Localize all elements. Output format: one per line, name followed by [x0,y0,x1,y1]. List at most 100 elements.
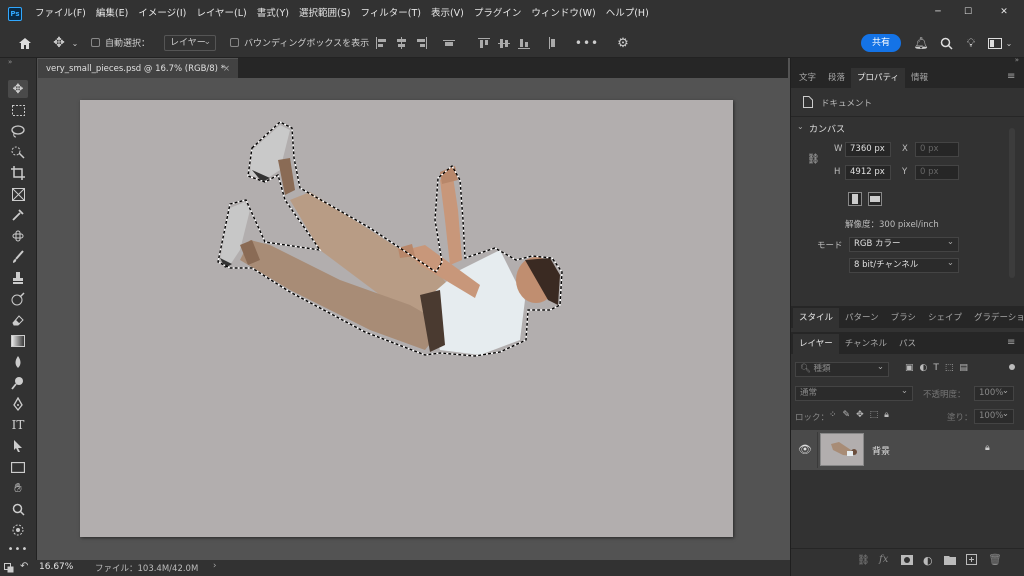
dodge-tool-icon[interactable] [8,374,28,392]
menu-item[interactable]: フィルター(T) [355,0,426,28]
tab-styles-0[interactable]: スタイル [793,308,840,328]
new-group-icon[interactable] [944,555,956,568]
history-brush-tool-icon[interactable] [8,290,28,308]
move-tool-icon[interactable]: ✥ [8,80,28,98]
adjustment-layer-icon[interactable]: ◐ [923,554,933,567]
blur-tool-icon[interactable] [8,353,28,371]
close-window-icon[interactable]: ✕ [986,0,1022,24]
tab-layers-2[interactable]: パス [893,334,922,354]
tab-layers-0[interactable]: レイヤー [793,334,839,354]
delete-layer-icon[interactable]: 🗑︎ [988,553,1002,566]
edit-toolbar-icon[interactable] [8,521,28,539]
blend-mode-dropdown[interactable]: 通常 [795,385,913,401]
quick-mask-icon[interactable] [4,563,14,573]
lasso-tool-icon[interactable] [8,122,28,140]
status-arrow-icon[interactable]: › [213,561,216,571]
tab-properties-2[interactable]: プロパティ [851,68,906,88]
menu-item[interactable]: プラグイン [469,0,527,28]
close-tab-icon[interactable]: × [223,59,230,79]
maximize-icon[interactable]: ☐ [950,0,986,24]
height-field[interactable]: 4912 px [845,165,891,180]
tab-styles-3[interactable]: シェイプ [922,308,968,328]
crop-tool-icon[interactable] [8,164,28,182]
add-mask-icon[interactable] [901,555,913,568]
link-layers-icon[interactable]: ⛓︎ [857,555,870,566]
bit-depth-dropdown[interactable]: 8 bit/チャンネル [849,257,959,273]
layers-menu-icon[interactable]: ≡ [1007,337,1015,348]
tab-properties-0[interactable]: 文字 [793,68,822,88]
menu-item[interactable]: 書式(Y) [252,0,294,28]
document-tab[interactable]: very_small_pieces.psd @ 16.7% (RGB/8) * … [38,58,238,78]
bounding-box-checkbox[interactable] [230,38,239,47]
tab-properties-1[interactable]: 段落 [822,68,851,88]
rectangle-tool-icon[interactable] [8,458,28,476]
y-field[interactable]: 0 px [915,165,959,180]
lightbulb-icon[interactable]: 💡︎ [962,34,980,52]
path-selection-tool-icon[interactable] [8,437,28,455]
properties-scrollbar[interactable] [1009,128,1015,278]
opacity-field[interactable]: 100% [974,385,1014,401]
canvas-collapse-icon[interactable]: ⌄ [797,122,804,131]
layer-style-icon[interactable]: fx [879,554,888,565]
eraser-tool-icon[interactable] [8,311,28,329]
zoom-tool-icon[interactable] [8,500,28,518]
marquee-tool-icon[interactable] [8,101,28,119]
lock-options-icons[interactable]: ⁘✎✥⬚🔒︎ [829,410,895,420]
align-middle-icon[interactable] [497,36,511,50]
notification-bell-icon[interactable]: 🔔︎ [912,34,930,52]
tab-styles-2[interactable]: ブラシ [885,308,922,328]
eyedropper-tool-icon[interactable] [8,206,28,224]
align-bottom-icon[interactable] [517,36,531,50]
menu-item[interactable]: イメージ(I) [133,0,191,28]
frame-tool-icon[interactable] [8,185,28,203]
workspace-icon[interactable] [986,34,1004,52]
menu-item[interactable]: 選択範囲(S) [294,0,355,28]
healing-brush-tool-icon[interactable] [8,227,28,245]
zoom-level[interactable]: 16.67% [39,562,73,572]
distribute-icon[interactable] [442,36,456,50]
hand-tool-icon[interactable]: ✋︎ [8,479,28,497]
tab-styles-1[interactable]: パターン [839,308,885,328]
tab-properties-3[interactable]: 情報 [905,68,934,88]
more-tools-icon[interactable]: ••• [8,540,28,558]
menu-item[interactable]: ウィンドウ(W) [526,0,600,28]
menu-item[interactable]: 編集(E) [91,0,133,28]
link-icon[interactable]: ⛓︎ [807,154,820,165]
auto-select-target-dropdown[interactable]: レイヤー ⌄ [164,35,216,51]
workspace-chevron-icon[interactable]: ⌄ [1004,36,1014,50]
share-button[interactable]: 共有 [861,34,901,52]
quick-selection-tool-icon[interactable] [8,143,28,161]
visibility-eye-icon[interactable]: 👁︎ [798,443,812,456]
menu-item[interactable]: レイヤー(L) [191,0,251,28]
filter-toggle-icon[interactable] [1009,364,1015,370]
chevron-down-icon[interactable]: ⌄ [70,36,80,50]
more-options-icon[interactable]: ••• [575,34,598,52]
tab-styles-4[interactable]: グラデーション [968,308,1024,328]
move-tool-icon[interactable]: ✥ [50,34,68,52]
home-icon[interactable] [16,34,34,52]
x-field[interactable]: 0 px [915,142,959,157]
new-layer-icon[interactable] [966,554,977,568]
layer-row-background[interactable]: 👁︎ 背景 🔒︎ [791,430,1024,470]
portrait-orientation-icon[interactable] [848,192,862,206]
fill-field[interactable]: 100% [974,408,1014,424]
layer-kind-filter[interactable]: 🔍︎ 種類 [795,361,889,377]
width-field[interactable]: 7360 px [845,142,891,157]
landscape-orientation-icon[interactable] [868,192,882,206]
color-mode-dropdown[interactable]: RGB カラー [849,236,959,252]
menu-item[interactable]: ヘルプ(H) [601,0,654,28]
layer-lock-icon[interactable]: 🔒︎ [985,443,990,453]
align-top-icon[interactable] [477,36,491,50]
menu-item[interactable]: ファイル(F) [30,0,91,28]
rotate-view-icon[interactable]: ↶ [20,561,28,572]
align-right-icon[interactable] [414,36,428,50]
stamp-tool-icon[interactable] [8,269,28,287]
document-canvas[interactable] [80,100,733,537]
pen-tool-icon[interactable] [8,395,28,413]
brush-tool-icon[interactable] [8,248,28,266]
distribute-vertical-icon[interactable] [545,36,559,50]
menu-item[interactable]: 表示(V) [426,0,469,28]
collapse-toolbar-icon[interactable]: » [8,58,12,66]
align-left-icon[interactable] [374,36,388,50]
search-icon[interactable] [937,34,955,52]
